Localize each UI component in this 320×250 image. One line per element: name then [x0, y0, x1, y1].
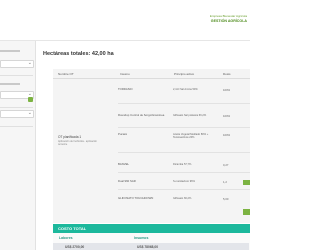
cell-dosis: 5,00 — [223, 197, 229, 201]
row-divider — [118, 103, 250, 104]
cell-insumo: Dual 960 SAR — [118, 179, 136, 183]
filter-label-1 — [0, 50, 20, 52]
cost-values-row: US$ 2700,00 US$ 78068,00 — [53, 243, 249, 250]
ot-table: Nombre OT Insumo Principio activo Dosis … — [53, 69, 250, 223]
cell-insumo: Roundup Control de Sorgo/Graminea — [118, 113, 165, 117]
cell-principio-activo: Dicamba 57,7% — [173, 163, 192, 166]
col-principio-activo: Principio activo — [174, 72, 195, 76]
costo-total-label: COSTO TOTAL — [58, 226, 87, 231]
col-insumo: Insumo — [120, 72, 130, 76]
cell-principio-activo: Glifosato 66,2% — [173, 197, 192, 200]
ot-name: OT planificada 1 — [58, 135, 82, 139]
table-row[interactable]: Dual 960 SAR S-metolacloro 96% 1,2 — [118, 179, 250, 196]
row-action-button[interactable] — [243, 180, 250, 185]
page-title: Hectáreas totales: 42,00 ha — [43, 51, 114, 57]
cell-insumo: TORDASIO — [118, 87, 133, 91]
divider — [0, 126, 33, 127]
table-row[interactable]: BANVEL Dicamba 57,7% 0,27 — [118, 162, 250, 179]
row-divider — [118, 172, 250, 173]
cell-dosis: 0,27 — [223, 163, 229, 167]
filter-select-3[interactable]: ⌄ — [0, 110, 34, 118]
insumos-label: Insumos — [134, 236, 149, 240]
labores-value: US$ 2700,00 — [65, 244, 85, 249]
row-divider — [118, 152, 250, 153]
col-dosis: Dosis — [223, 72, 231, 76]
divider — [0, 75, 33, 76]
ot-group-cell[interactable]: OT planificada 1 Aplicación de herbicida… — [58, 135, 102, 146]
cell-dosis: 100% — [223, 133, 231, 137]
cell-insumo: GLIFOSATO TOUCHDOWN — [118, 196, 154, 200]
top-bar: Empresa Bienestar Agrícola GESTIÓN AGRÍC… — [0, 0, 250, 41]
insumos-value: US$ 78068,00 — [137, 244, 159, 249]
row-divider — [118, 189, 250, 190]
ot-description: Aplicación de herbicida - aplicación ter… — [58, 140, 98, 146]
cost-summary: Labores Insumos US$ 2700,00 US$ 78068,00 — [53, 233, 250, 250]
labores-label: Labores — [59, 236, 73, 240]
cell-principio-activo: 2,4-D Sal Amina 50% — [173, 88, 198, 91]
filter-label-2 — [0, 83, 20, 85]
filter-sidebar: ⌄ ⌄ ⌄ — [0, 41, 36, 250]
add-button[interactable] — [28, 97, 33, 102]
cell-dosis: 1,2 — [223, 180, 227, 184]
divider — [0, 107, 33, 108]
table-row[interactable]: Pucará Aceite Vegetal Metilado 80% + Ten… — [118, 132, 250, 149]
filter-select-1[interactable]: ⌄ — [0, 60, 34, 68]
main-content: Hectáreas totales: 42,00 ha Nombre OT In… — [43, 41, 250, 250]
row-divider — [118, 127, 250, 128]
costo-total-bar: COSTO TOTAL — [53, 224, 250, 233]
cell-principio-activo: S-metolacloro 96% — [173, 180, 195, 183]
brand-logo[interactable]: Empresa Bienestar Agrícola GESTIÓN AGRÍC… — [210, 14, 247, 32]
table-row[interactable]: TORDASIO 2,4-D Sal Amina 50% 100% — [118, 87, 250, 104]
cell-insumo: Pucará — [118, 132, 127, 136]
summary-action-button[interactable] — [243, 209, 250, 215]
table-row[interactable]: GLIFOSATO TOUCHDOWN Glifosato 66,2% 5,00 — [118, 196, 250, 213]
chevron-down-icon: ⌄ — [27, 110, 32, 116]
cell-dosis: 100% — [223, 88, 231, 92]
brand-tagline: Empresa Bienestar Agrícola — [209, 14, 247, 18]
cell-principio-activo: Aceite Vegetal Metilado 80% + Tensioacti… — [173, 133, 209, 140]
col-nombre-ot: Nombre OT — [58, 72, 74, 76]
cell-dosis: 100% — [223, 114, 231, 118]
chevron-down-icon: ⌄ — [27, 60, 32, 66]
table-header: Nombre OT Insumo Principio activo Dosis — [53, 69, 250, 79]
cell-principio-activo: Glifosato Sal potásica 66,2% — [173, 114, 207, 117]
cell-insumo: BANVEL — [118, 162, 130, 166]
brand-name: GESTIÓN AGRÍCOLA — [210, 19, 247, 23]
